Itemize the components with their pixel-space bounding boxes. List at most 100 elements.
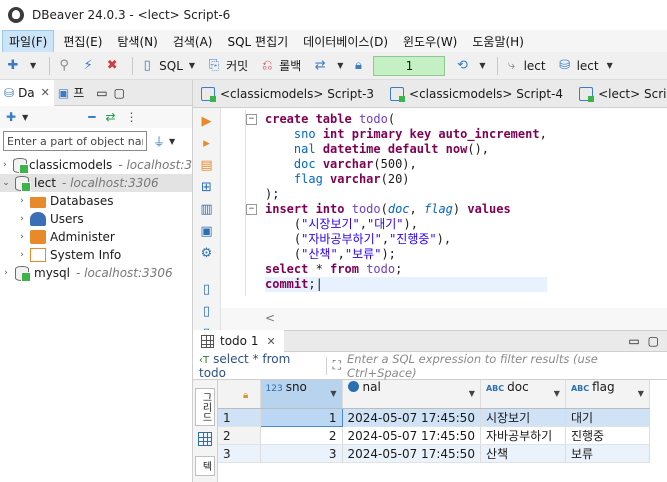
new-connection-dropdown-icon[interactable]: ▼ [30,61,36,70]
expand-arrow-icon[interactable]: › [16,196,28,206]
transaction-mode-icon[interactable]: ⇄ [311,57,329,75]
collapse-arrow-icon[interactable]: ⌄ [0,178,12,188]
cell-sno[interactable]: 3 [260,444,343,463]
execute-statement-icon[interactable]: ▶ [199,114,215,130]
tab-result-todo-1[interactable]: todo 1 ✕ [193,330,284,352]
cell-doc[interactable]: 산책 [480,444,566,463]
cell-doc[interactable]: 자바공부하기 [480,426,566,445]
maximize-icon[interactable]: ▢ [648,334,659,348]
expand-arrow-icon[interactable]: › [16,250,28,260]
new-connection-icon[interactable]: ✚ [6,110,16,124]
open-file-icon[interactable]: ▯ [199,304,215,320]
filter-dropdown-icon[interactable]: ▼ [169,137,175,146]
cell-nal[interactable]: 2024-05-07 17:45:50 [342,426,481,445]
menu-edit[interactable]: 편집(E) [57,31,108,52]
active-datasource-selector[interactable]: ⤷ lect [503,57,546,75]
maximize-icon[interactable]: ▢ [114,86,125,100]
filter-icon[interactable]: ⏚ [153,133,165,150]
menu-window[interactable]: 윈도우(W) [397,31,463,52]
tree-item-users[interactable]: › Users [0,210,192,228]
active-query-label[interactable]: ‹T select * from todo [199,352,320,380]
tree-item-administer[interactable]: › Administer [0,228,192,246]
tab-projects[interactable]: ▣ 프 [54,80,88,106]
cell-nal[interactable]: 2024-05-07 17:45:50 [342,408,481,427]
cell-flag[interactable]: 진행중 [565,426,650,445]
expand-arrow-icon[interactable]: › [16,214,28,224]
commit-button[interactable]: ⎘ 커밋 [205,57,248,75]
close-icon[interactable]: ✕ [266,335,275,348]
sort-arrow-icon[interactable]: ▼ [330,380,336,408]
new-connection-icon[interactable]: ✚ [4,57,22,75]
lock-icon[interactable]: 🔒︎ [349,57,367,75]
cell-sno[interactable]: 1 [259,408,343,427]
sort-arrow-icon[interactable]: ▼ [469,380,475,408]
column-header-nal[interactable]: nal ▼ [342,380,481,409]
navigator-filter-input[interactable] [3,131,147,151]
menu-database[interactable]: 데이터베이스(D) [297,31,394,52]
sql-editor-button[interactable]: ▯ SQL ▼ [138,57,195,75]
disconnect-icon[interactable]: ✖ [103,57,121,75]
sort-arrow-icon[interactable]: ▼ [638,380,644,408]
expand-arrow-icon[interactable]: › [0,268,12,278]
sql-code[interactable]: create table todo( sno int primary key a… [265,112,547,292]
tree-item-databases[interactable]: › Databases [0,192,192,210]
active-schema-selector[interactable]: ⛁ lect ▼ [556,57,613,75]
new-script-icon[interactable]: ▯ [199,282,215,298]
tab-script-5[interactable]: <lect> Script-5 [571,80,667,108]
history-icon[interactable]: ⟲ [453,57,471,75]
expand-filter-icon[interactable]: ⛶ [333,358,341,373]
tree-item-mysql[interactable]: › mysql - localhost:3306 [0,264,192,282]
history-dropdown-icon[interactable]: ▼ [479,61,485,70]
menu-navigate[interactable]: 탐색(N) [111,31,163,52]
rollback-button[interactable]: ⎌ 롤백 [258,57,301,75]
editor-horizontal-scrollbar[interactable]: < [221,308,667,330]
sql-editor[interactable]: − − create table todo( sno int primary k… [221,108,667,308]
sort-arrow-icon[interactable]: ▼ [554,380,560,408]
cell-flag[interactable]: 대기 [565,408,650,427]
new-connection-dropdown-icon[interactable]: ▼ [22,113,28,122]
execute-script-icon[interactable]: ▤ [199,158,215,174]
schema-dropdown-icon[interactable]: ▼ [607,61,613,70]
row-number[interactable]: 3 [218,444,261,463]
menu-search[interactable]: 검색(A) [167,31,219,52]
table-row[interactable]: 3 3 2024-05-07 17:45:50 산책 보류 [218,444,650,463]
connect-icon[interactable]: ⚡ [79,57,97,75]
column-header-doc[interactable]: ABC doc ▼ [480,380,566,409]
settings-gear-icon[interactable]: ⚙ [199,246,215,262]
expand-arrow-icon[interactable]: › [16,232,28,242]
load-plan-icon[interactable]: ▥ [199,202,215,218]
plug-icon[interactable]: ⚲ [55,57,73,75]
view-menu-icon[interactable]: ⋮ [126,110,138,124]
tree-item-lect[interactable]: ⌄ lect - localhost:3306 [0,174,192,192]
close-icon[interactable]: ✕ [41,86,50,99]
tab-text-view[interactable]: 텍스트 [195,456,215,476]
tab-script-4[interactable]: <classicmodels> Script-4 [382,80,571,108]
tab-grid-view[interactable]: 그리드 [195,388,215,426]
tab-database-navigator[interactable]: ⛁ Da ✕ [0,79,54,106]
cell-flag[interactable]: 보류 [565,444,650,463]
expand-arrow-icon[interactable]: › [0,160,10,170]
column-header-sno[interactable]: 123 sno ▼ [260,380,343,409]
menu-sql-editor[interactable]: SQL 편집기 [221,31,294,52]
minimize-icon[interactable]: ▭ [96,86,107,100]
row-number[interactable]: 1 [218,408,261,427]
grid-view-icon[interactable] [198,432,212,446]
tree-item-system-info[interactable]: › System Info [0,246,192,264]
cell-sno[interactable]: 2 [260,426,343,445]
cell-doc[interactable]: 시장보기 [480,408,566,427]
collapse-all-icon[interactable]: ━ [88,110,95,124]
table-row[interactable]: 1 1 2024-05-07 17:45:50 시장보기 대기 [218,408,650,427]
row-number-header[interactable]: 🔒︎ [218,380,261,409]
table-row[interactable]: 2 2 2024-05-07 17:45:50 자바공부하기 진행중 [218,426,650,445]
menu-help[interactable]: 도움말(H) [466,31,530,52]
execute-in-new-tab-icon[interactable]: ▸ [199,136,215,152]
link-with-editor-icon[interactable]: ⇄ [105,110,115,124]
tab-script-3[interactable]: <classicmodels> Script-3 [193,80,382,108]
row-number[interactable]: 2 [218,426,261,445]
tree-item-classicmodels[interactable]: › classicmodels - localhost:3 [0,156,192,174]
column-header-flag[interactable]: ABC flag ▼ [565,380,650,409]
scroll-left-icon[interactable]: < [265,311,275,325]
fold-toggle-icon[interactable]: − [246,204,257,215]
minimize-icon[interactable]: ▭ [628,334,639,348]
sql-dropdown-icon[interactable]: ▼ [189,61,195,70]
